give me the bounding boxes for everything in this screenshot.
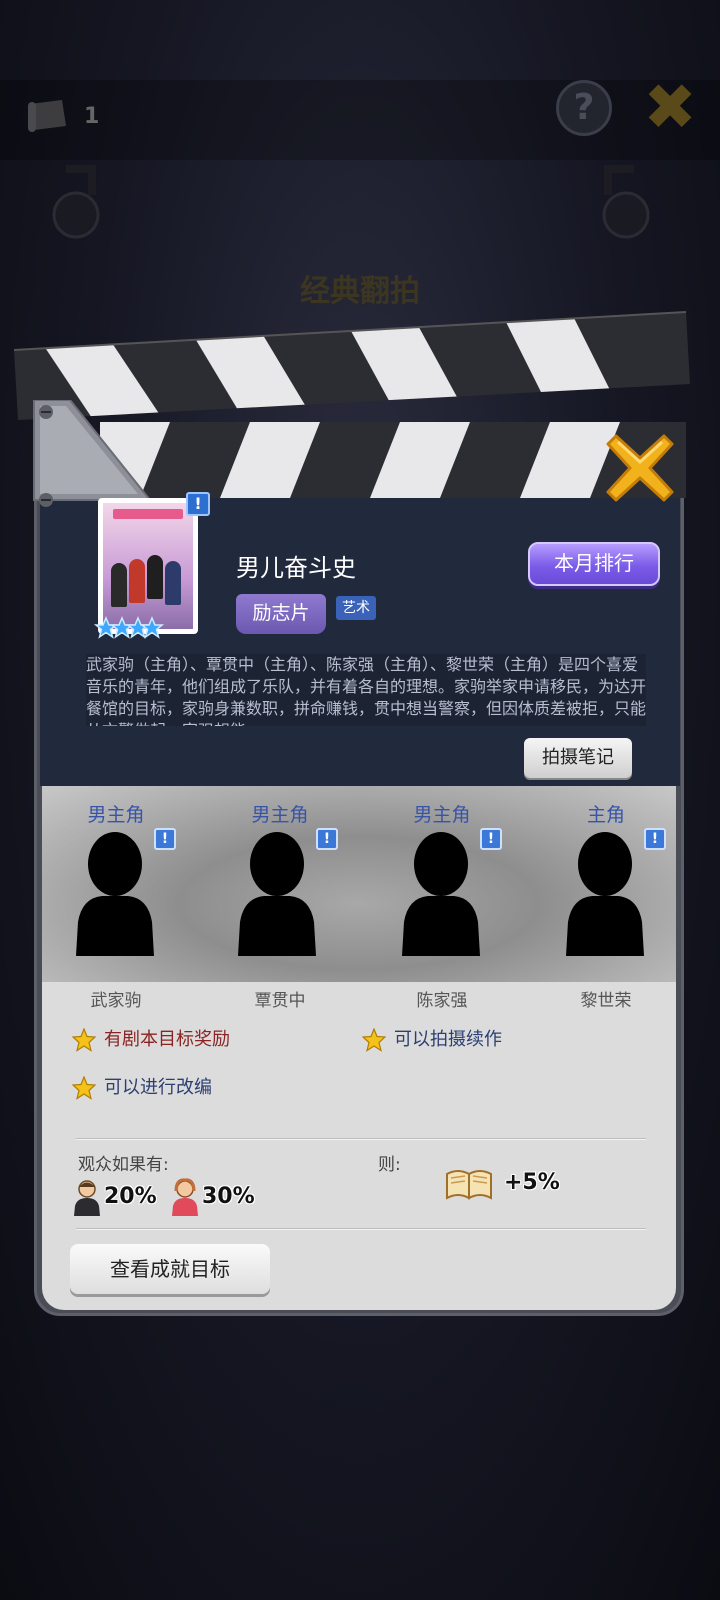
book-icon: [446, 1170, 492, 1200]
cast-name: 陈家强: [416, 991, 468, 1011]
poster-artwork: [103, 503, 193, 629]
feature-label: 可以进行改编: [104, 1077, 212, 1098]
scroll-icon: [28, 100, 66, 132]
feature-adaptation: 可以进行改编: [72, 1074, 332, 1102]
art-tag: 艺术: [336, 596, 376, 620]
help-icon: ?: [556, 80, 612, 136]
poster-alert-badge: !: [186, 492, 210, 516]
feature-script-reward: 有剧本目标奖励: [72, 1026, 332, 1054]
actor-silhouette-icon: [238, 832, 316, 956]
female-audience-icon: [172, 1178, 198, 1216]
then-label: 则:: [378, 1155, 401, 1175]
poster-figure: [147, 555, 163, 599]
poster-title-art: [113, 509, 183, 519]
monthly-ranking-button[interactable]: 本月排行: [528, 542, 660, 586]
audience-label: 观众如果有:: [78, 1155, 169, 1175]
cast-role: 男主角: [87, 804, 145, 826]
feature-sequel: 可以拍摄续作: [362, 1026, 622, 1054]
view-achievements-button[interactable]: 查看成就目标: [70, 1244, 270, 1294]
close-button[interactable]: [604, 432, 676, 504]
divider: [76, 1228, 646, 1230]
cast-slot[interactable]: 男主角 ! 武家驹: [34, 800, 198, 1011]
rating-stars-icon: [94, 616, 164, 639]
cast-slot[interactable]: 男主角 ! 覃贯中: [198, 800, 362, 1011]
movie-synopsis[interactable]: 武家驹（主角）、覃贯中（主角）、陈家强（主角）、黎世荣（主角）是四个喜爱音乐的青…: [86, 654, 646, 726]
poster-figure: [165, 561, 181, 605]
female-audience-value: 30%: [202, 1184, 255, 1209]
bonus-value: +5%: [504, 1170, 560, 1195]
background-top-bar: [0, 80, 720, 160]
feature-label: 有剧本目标奖励: [104, 1029, 230, 1050]
spotlight-left-icon: [52, 165, 100, 239]
cast-slot[interactable]: 男主角 ! 陈家强: [360, 800, 524, 1011]
actor-silhouette-icon: [566, 832, 644, 956]
cast-role: 男主角: [413, 804, 471, 826]
shooting-notes-button[interactable]: 拍摄笔记: [524, 738, 632, 778]
spotlight-right-icon: [602, 165, 650, 239]
cast-name: 黎世荣: [580, 991, 632, 1011]
feature-label: 可以拍摄续作: [394, 1029, 502, 1050]
background-count: 1: [84, 104, 100, 129]
movie-title: 男儿奋斗史: [236, 554, 356, 582]
actor-silhouette-icon: [76, 832, 154, 956]
divider: [76, 1138, 646, 1140]
cast-role: 男主角: [251, 804, 309, 826]
actor-silhouette-icon: [402, 832, 480, 956]
genre-tag: 励志片: [236, 594, 326, 634]
star-icon: [72, 1028, 96, 1052]
cast-name: 武家驹: [90, 991, 142, 1011]
cast-role: 主角: [586, 804, 625, 826]
male-audience-icon: [74, 1180, 100, 1216]
cast-slot[interactable]: 主角 ! 黎世荣: [524, 800, 688, 1011]
star-icon: [362, 1028, 386, 1052]
star-icon: [72, 1076, 96, 1100]
movie-poster[interactable]: [98, 498, 198, 634]
poster-figure: [129, 559, 145, 603]
poster-figure: [111, 563, 127, 607]
male-audience-value: 20%: [104, 1184, 157, 1209]
background-close-icon: ✖: [643, 71, 697, 145]
cast-name: 覃贯中: [254, 991, 306, 1011]
